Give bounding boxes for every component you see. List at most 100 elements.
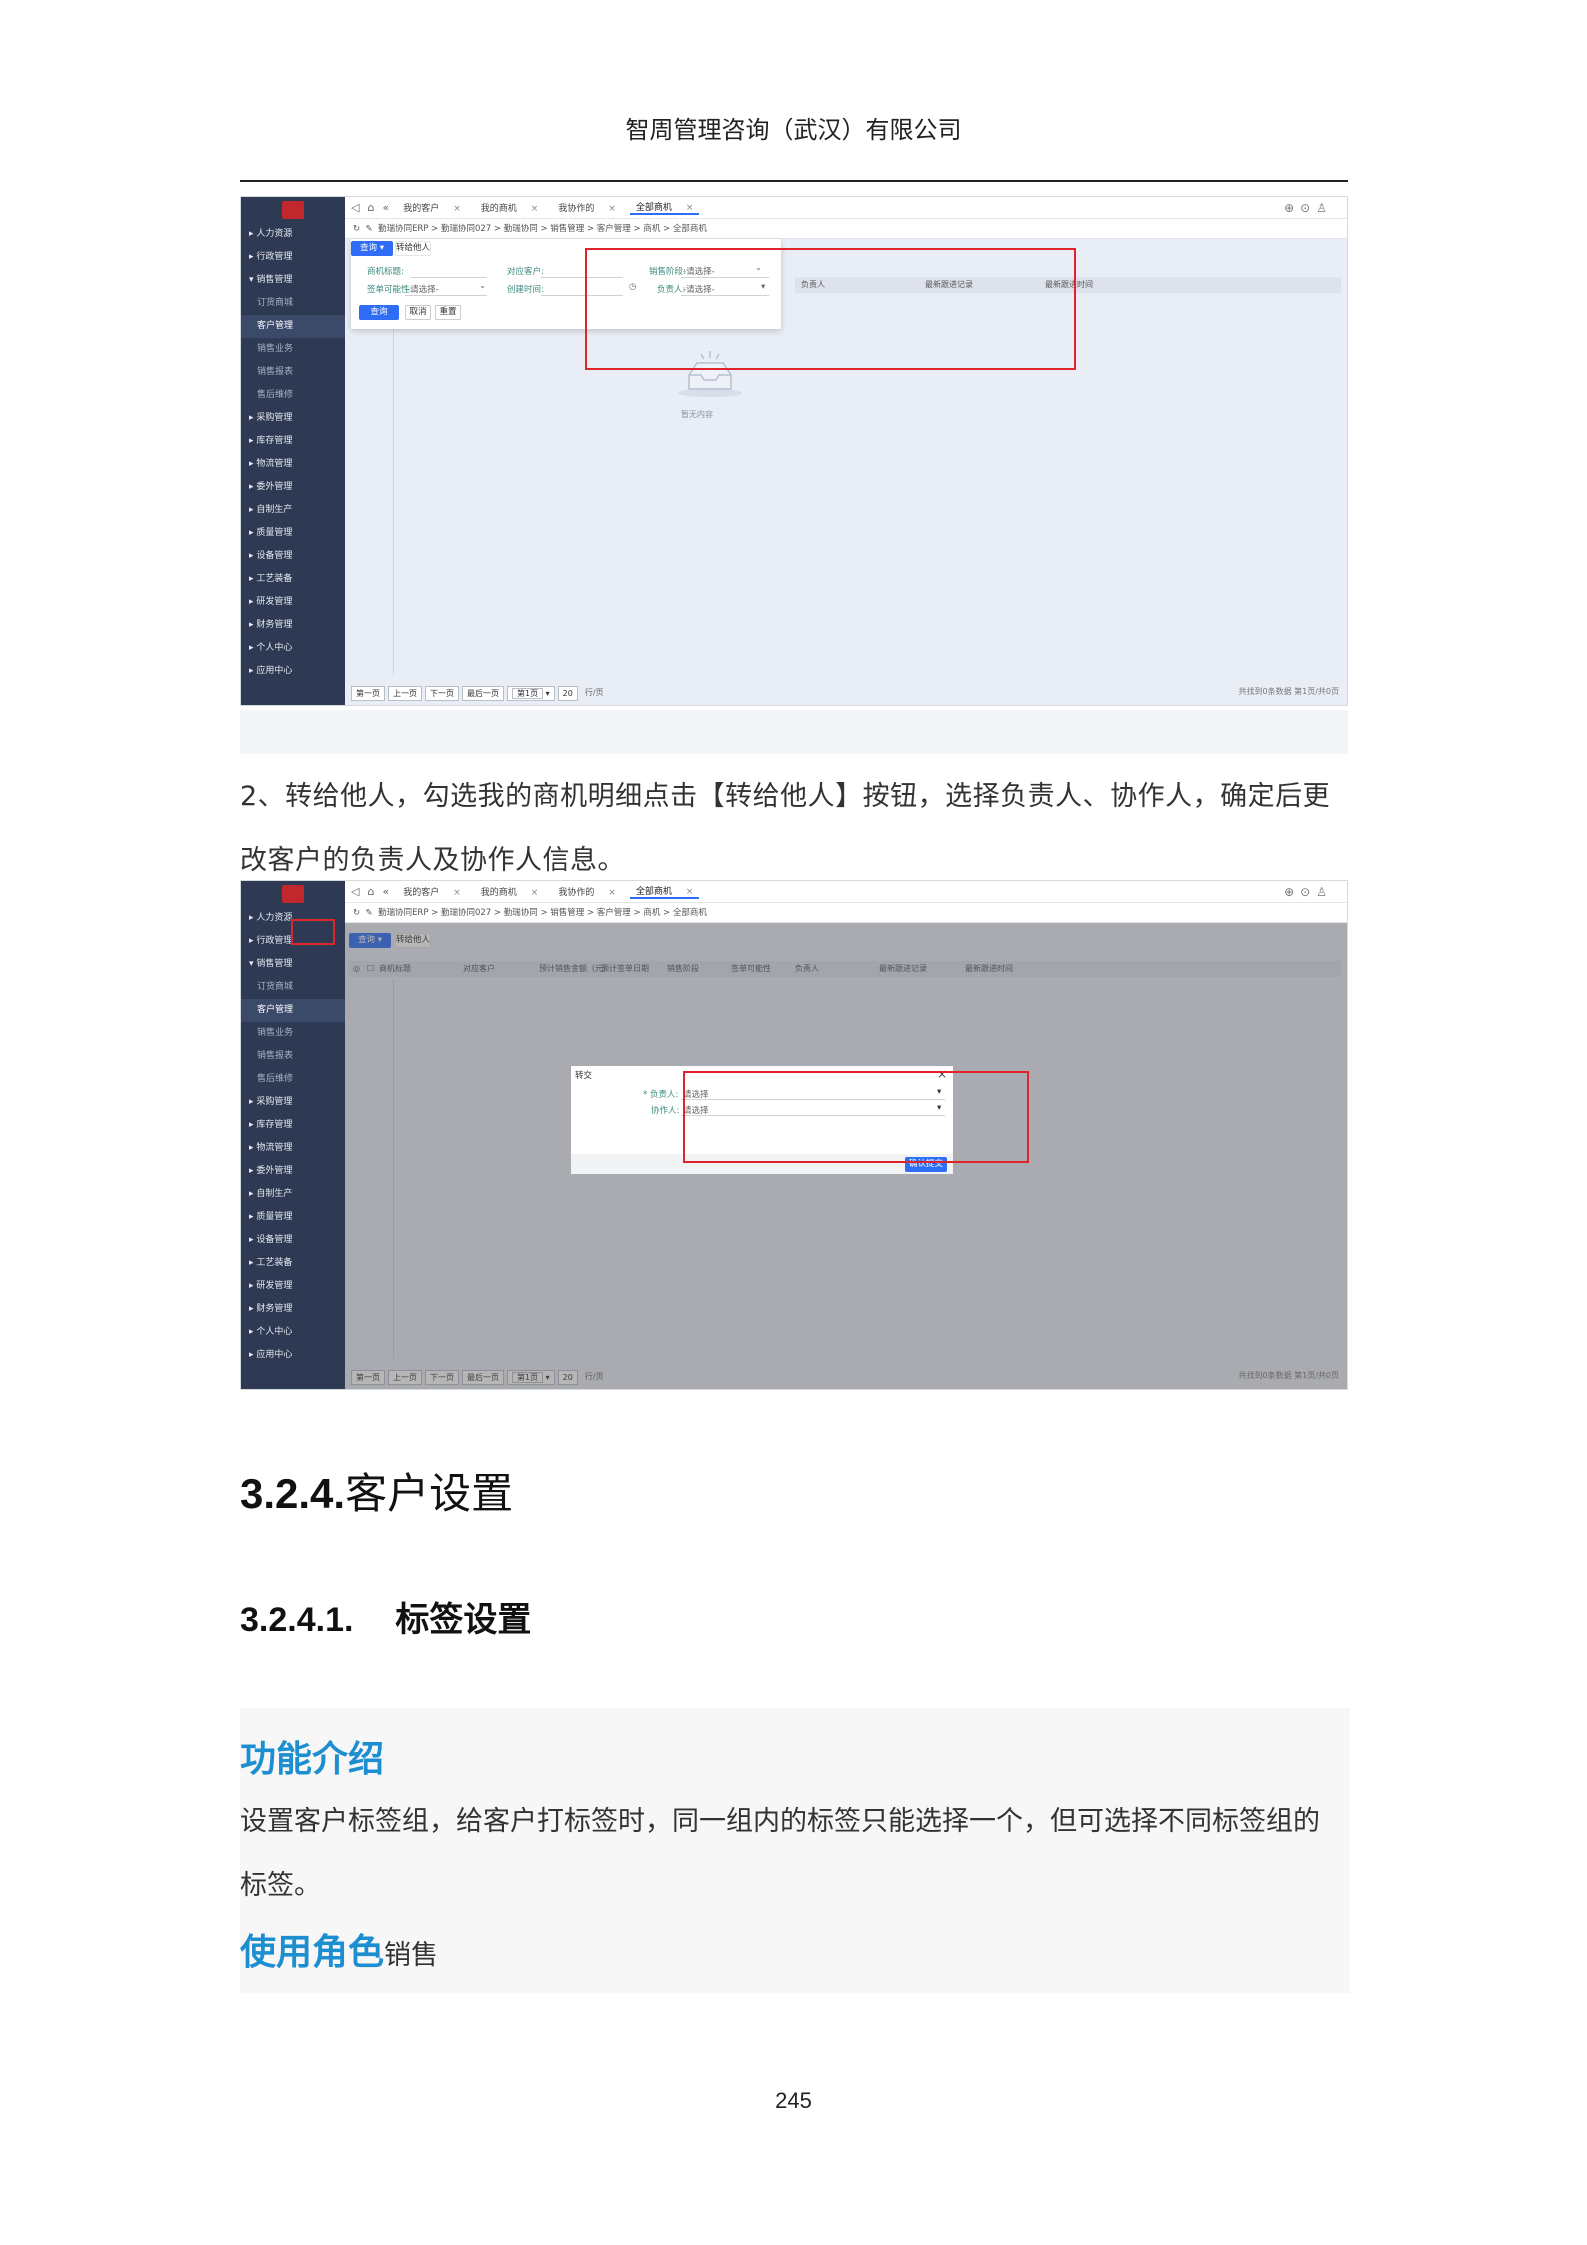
chevron-down-icon[interactable]: ⌄ [479,281,486,291]
sidebar-item[interactable]: ▸ 工艺装备 [241,568,345,591]
sidebar-item[interactable]: 客户管理 [241,315,345,338]
app-logo [282,885,304,903]
sidebar-item[interactable]: ▸ 设备管理 [241,545,345,568]
tab-my-customers[interactable]: 我的客户 × [397,201,467,214]
intro-line-2: 标签。 [240,1870,321,1901]
tab-my-opportunities[interactable]: 我的商机 × [475,201,545,214]
page-number: 245 [775,2088,812,2113]
pin-icon[interactable]: ✎ [366,224,373,234]
sidebar-item[interactable]: ▸ 财务管理 [241,1298,345,1321]
first-page-button[interactable]: 第一页 [351,685,385,701]
sidebar-item[interactable]: 销售报表 [241,1045,345,1068]
close-icon[interactable]: × [686,203,694,213]
sidebar-item[interactable]: 订货商城 [241,292,345,315]
sidebar-item[interactable]: ▸ 委外管理 [241,476,345,499]
sidebar-item[interactable]: ▸ 采购管理 [241,407,345,430]
reset-button[interactable]: 重置 [435,305,461,320]
sidebar-item[interactable]: ▸ 工艺装备 [241,1252,345,1275]
sidebar-item[interactable]: ▸ 物流管理 [241,1137,345,1160]
highlight-box [585,248,1076,370]
tab-bar: ◁ ⌂ « 我的客户 × 我的商机 × 我协作的 × 全部商机 × ⊕⊙♙ [345,881,1347,903]
transfer-button[interactable]: 转给他人 [395,241,431,256]
sidebar-item[interactable]: ▾ 销售管理 [241,953,345,976]
query-dropdown-button[interactable]: 查询 ▾ [351,241,393,256]
tabs-left-icon[interactable]: « [382,885,389,898]
close-icon[interactable]: × [686,887,694,897]
sidebar-item[interactable]: 销售报表 [241,361,345,384]
globe-icon[interactable]: ⊕ [1284,201,1300,215]
tabs-left-icon[interactable]: « [382,201,389,214]
probability-select[interactable]: -请选择- [407,283,439,295]
sidebar-item[interactable]: 销售业务 [241,338,345,361]
sidebar-item[interactable]: ▸ 质量管理 [241,1206,345,1229]
sidebar-item[interactable]: ▸ 委外管理 [241,1160,345,1183]
tab-my-collaborations[interactable]: 我协作的 × [552,201,622,214]
section-heading: 3.2.4.客户设置 [240,1460,513,1521]
close-icon[interactable]: × [608,888,616,898]
user-icon[interactable]: ♙ [1316,201,1333,215]
zoom-icon[interactable]: ⊙ [1300,201,1316,215]
sidebar-item[interactable]: ▸ 自制生产 [241,499,345,522]
next-page-button[interactable]: 下一页 [425,685,459,701]
sidebar-item[interactable]: ▸ 质量管理 [241,522,345,545]
tab-label: 我的客户 [403,204,440,214]
screenshot-search-form: ▸ 人力资源 ▸ 行政管理 ▾ 销售管理 订货商城 客户管理 销售业务 销售报表 售后维修 ▸ … [240,196,1348,706]
section-title: 客户设置 [345,1469,514,1518]
sidebar-item[interactable]: ▸ 物流管理 [241,453,345,476]
page-size-input[interactable]: 20 [557,685,578,701]
collapse-icon[interactable]: ◁ [351,201,359,214]
breadcrumb-text: 勤瑞协同ERP > 勤瑞协同027 > 勤瑞协同 > 销售管理 > 客户管理 >… [378,908,707,918]
sidebar-item[interactable]: ▸ 个人中心 [241,637,345,660]
close-icon[interactable]: × [453,888,461,898]
sidebar-item[interactable]: 售后维修 [241,1068,345,1091]
sidebar-item[interactable]: ▸ 研发管理 [241,1275,345,1298]
last-page-button[interactable]: 最后一页 [462,685,504,701]
sidebar-item[interactable]: ▸ 应用中心 [241,660,345,683]
sidebar-item[interactable]: ▸ 自制生产 [241,1183,345,1206]
sidebar-item[interactable]: ▸ 库存管理 [241,430,345,453]
collapse-icon[interactable]: ◁ [351,885,359,898]
title-input[interactable] [411,277,487,278]
sidebar-item[interactable]: ▸ 人力资源 [241,223,345,246]
home-icon[interactable]: ⌂ [367,885,374,898]
sidebar-item[interactable]: 订货商城 [241,976,345,999]
sidebar-item[interactable]: ▸ 研发管理 [241,591,345,614]
globe-icon[interactable]: ⊕ [1284,885,1300,899]
sidebar-item[interactable]: ▸ 应用中心 [241,1344,345,1367]
sidebar-item[interactable]: ▸ 财务管理 [241,614,345,637]
sidebar-item[interactable]: ▸ 采购管理 [241,1091,345,1114]
sidebar-item[interactable]: 销售业务 [241,1022,345,1045]
step2-line-1: 2、转给他人，勾选我的商机明细点击【转给他人】按钮，选择负责人、协作人，确定后更 [240,781,1331,812]
close-icon[interactable]: × [608,204,616,214]
owner-label: * 负责人: [643,1090,679,1100]
cancel-button[interactable]: 取消 [405,305,431,320]
tab-my-collaborations[interactable]: 我协作的 × [552,885,622,898]
sidebar-item[interactable]: ▸ 个人中心 [241,1321,345,1344]
pin-icon[interactable]: ✎ [366,908,373,918]
sidebar-item[interactable]: ▸ 库存管理 [241,1114,345,1137]
collaborator-label: 协作人: [651,1106,680,1116]
page-select[interactable]: 第1页 ▾ [507,685,555,701]
sidebar-item[interactable]: ▸ 行政管理 [241,246,345,269]
close-icon[interactable]: × [531,204,539,214]
refresh-icon[interactable]: ↻ [353,908,360,918]
tab-all-opportunities[interactable]: 全部商机 × [629,884,700,899]
sidebar-item[interactable]: 客户管理 [241,999,345,1022]
sidebar-item[interactable]: ▸ 设备管理 [241,1229,345,1252]
prev-page-button[interactable]: 上一页 [388,685,422,701]
toolbar-icons: ⊕⊙♙ [1284,201,1333,215]
home-icon[interactable]: ⌂ [367,201,374,214]
tab-all-opportunities[interactable]: 全部商机 × [629,200,700,215]
sidebar-item[interactable]: 售后维修 [241,384,345,407]
tab-my-opportunities[interactable]: 我的商机 × [475,885,545,898]
role-line: 使用角色销售 [240,1923,438,1975]
zoom-icon[interactable]: ⊙ [1300,885,1316,899]
tab-my-customers[interactable]: 我的客户 × [397,885,467,898]
refresh-icon[interactable]: ↻ [353,224,360,234]
close-icon[interactable]: × [531,888,539,898]
user-icon[interactable]: ♙ [1316,885,1333,899]
close-icon[interactable]: × [453,204,461,214]
search-button[interactable]: 查询 [359,305,399,320]
sidebar-item[interactable]: ▾ 销售管理 [241,269,345,292]
page-select-value: 第1页 [512,687,544,699]
